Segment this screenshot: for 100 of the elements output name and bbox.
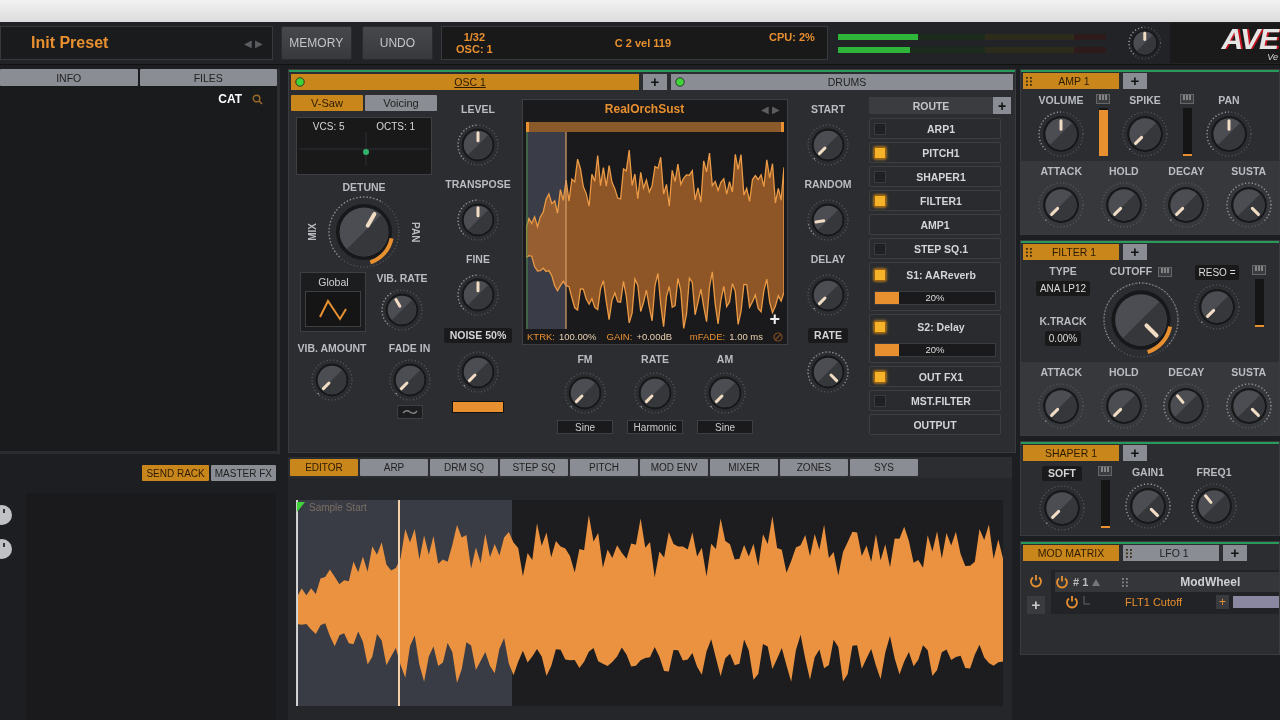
detune-knob[interactable] xyxy=(328,196,400,268)
route-slot[interactable]: SHAPER1 xyxy=(869,166,1001,187)
oscillator-mode-tab[interactable]: Voicing xyxy=(365,95,437,111)
add-button[interactable]: + xyxy=(1223,545,1247,561)
editor-tab[interactable]: PITCH xyxy=(570,459,638,476)
editor-tab[interactable]: ARP xyxy=(360,459,428,476)
matrix-tab[interactable]: MOD MATRIX xyxy=(1023,545,1119,561)
add-button[interactable]: + xyxy=(1123,445,1147,461)
knob[interactable] xyxy=(807,274,849,316)
route-slot[interactable]: S1: AAReverb 20% xyxy=(869,262,1001,311)
resonance-selector[interactable]: RESO = xyxy=(1194,265,1240,280)
keyboard-icon[interactable] xyxy=(1180,94,1194,104)
toggle-led[interactable] xyxy=(874,370,886,383)
add-button[interactable]: + xyxy=(1123,244,1147,260)
keyboard-icon[interactable] xyxy=(1096,94,1110,104)
grip-icon[interactable] xyxy=(1122,577,1129,587)
envelope-knob[interactable] xyxy=(1225,383,1272,429)
editor-tab[interactable]: ZONES xyxy=(780,459,848,476)
envelope-knob[interactable] xyxy=(1100,383,1147,429)
power-led-icon[interactable] xyxy=(295,77,305,87)
fade-value[interactable]: 1.00 ms xyxy=(729,331,763,342)
vibrato-amount-knob[interactable] xyxy=(311,359,353,401)
knob[interactable] xyxy=(1125,483,1171,529)
knob[interactable] xyxy=(807,351,849,393)
modulation-knob[interactable] xyxy=(564,372,606,414)
shape-selector[interactable]: Harmonic xyxy=(627,420,683,434)
route-slot[interactable]: AMP1 xyxy=(869,214,1001,235)
modulation-knob[interactable] xyxy=(634,372,676,414)
envelope-knob[interactable] xyxy=(1163,383,1210,429)
knob[interactable] xyxy=(1038,111,1084,157)
envelope-knob[interactable] xyxy=(1100,182,1147,228)
search-icon[interactable] xyxy=(252,93,263,105)
add-slot-button[interactable]: + xyxy=(1027,596,1045,614)
noise-knob[interactable] xyxy=(457,351,499,393)
amount-slider[interactable] xyxy=(1233,596,1279,608)
knob[interactable] xyxy=(1191,483,1237,529)
fade-in-knob[interactable] xyxy=(388,359,431,401)
module-tab[interactable]: FILTER 1 xyxy=(1023,244,1119,260)
knob[interactable] xyxy=(0,537,14,561)
modulation-knob[interactable] xyxy=(704,372,746,414)
key-tracking-value[interactable]: 100.00% xyxy=(559,331,597,342)
knob[interactable] xyxy=(0,503,14,527)
editor-tab[interactable]: MIXER xyxy=(710,459,778,476)
knob[interactable] xyxy=(807,199,849,241)
toggle-led[interactable] xyxy=(874,320,886,333)
power-icon[interactable] xyxy=(1055,575,1069,589)
envelope-knob[interactable] xyxy=(1225,182,1272,228)
route-slot[interactable]: MST.FILTER xyxy=(869,390,1001,411)
module-tab[interactable]: SHAPER 1 xyxy=(1023,445,1119,461)
route-slot[interactable]: OUT FX1 xyxy=(869,366,1001,387)
curve-button[interactable] xyxy=(396,405,423,419)
add-layer-button[interactable]: + xyxy=(643,74,667,90)
editor-tab[interactable]: MOD ENV xyxy=(640,459,708,476)
browser-tab[interactable]: FILES xyxy=(139,69,277,86)
envelope-knob[interactable] xyxy=(1038,182,1085,228)
editor-tab[interactable]: EDITOR xyxy=(290,459,358,476)
send-level-bar[interactable]: 20% xyxy=(874,291,996,306)
toggle-led[interactable] xyxy=(874,122,886,135)
envelope-knob[interactable] xyxy=(1163,182,1210,228)
grip-icon[interactable] xyxy=(1126,548,1132,558)
route-slot[interactable]: ARP1 xyxy=(869,118,1001,139)
filter-type-selector[interactable]: ANA LP12 xyxy=(1035,281,1091,296)
grip-icon[interactable] xyxy=(1026,76,1032,86)
module-tab[interactable]: AMP 1 xyxy=(1023,73,1119,89)
power-led-icon[interactable] xyxy=(675,77,685,87)
toggle-led[interactable] xyxy=(874,170,886,183)
toolbar-button[interactable]: UNDO xyxy=(361,26,434,60)
cutoff-knob[interactable] xyxy=(1103,282,1179,358)
resonance-knob[interactable] xyxy=(1194,284,1240,330)
keyboard-icon[interactable] xyxy=(1098,466,1112,476)
toggle-led[interactable] xyxy=(874,242,886,255)
sample-start-marker[interactable] xyxy=(297,500,298,706)
noise-bar[interactable] xyxy=(452,401,504,413)
knob[interactable] xyxy=(457,124,499,166)
keyboard-icon[interactable] xyxy=(1158,266,1173,277)
knob[interactable] xyxy=(457,199,499,241)
oscillator-mode-tab[interactable]: V-Saw xyxy=(291,95,363,111)
toggle-led[interactable] xyxy=(874,146,886,159)
editor-tab[interactable]: STEP SQ xyxy=(500,459,568,476)
layer-tab[interactable]: OSC 1 xyxy=(291,74,639,90)
lfo-selector[interactable]: Global xyxy=(300,272,367,332)
keyboard-icon[interactable] xyxy=(1252,265,1266,275)
matrix-tab[interactable]: LFO 1 xyxy=(1123,545,1219,561)
shape-selector[interactable]: Sine xyxy=(697,420,753,434)
shape-selector[interactable]: Sine xyxy=(557,420,613,434)
route-slot[interactable]: STEP SQ.1 xyxy=(869,238,1001,259)
add-button[interactable]: + xyxy=(993,97,1011,114)
toggle-led[interactable] xyxy=(874,268,886,281)
category-header[interactable]: CAT xyxy=(218,92,242,106)
route-slot[interactable]: PITCH1 xyxy=(869,142,1001,163)
key-tracking-field[interactable]: 0.00% xyxy=(1044,331,1082,346)
knob[interactable] xyxy=(807,124,849,166)
route-slot[interactable]: OUTPUT xyxy=(869,414,1001,435)
browser-tab[interactable]: INFO xyxy=(0,69,138,86)
editor-tab[interactable]: DRM SQ xyxy=(430,459,498,476)
vibrato-rate-knob[interactable] xyxy=(381,289,423,331)
add-button[interactable]: + xyxy=(1123,73,1147,89)
toggle-led[interactable] xyxy=(874,194,886,207)
modulation-target[interactable]: FLT1 Cutoff xyxy=(1125,596,1183,608)
grip-icon[interactable] xyxy=(1026,247,1032,257)
